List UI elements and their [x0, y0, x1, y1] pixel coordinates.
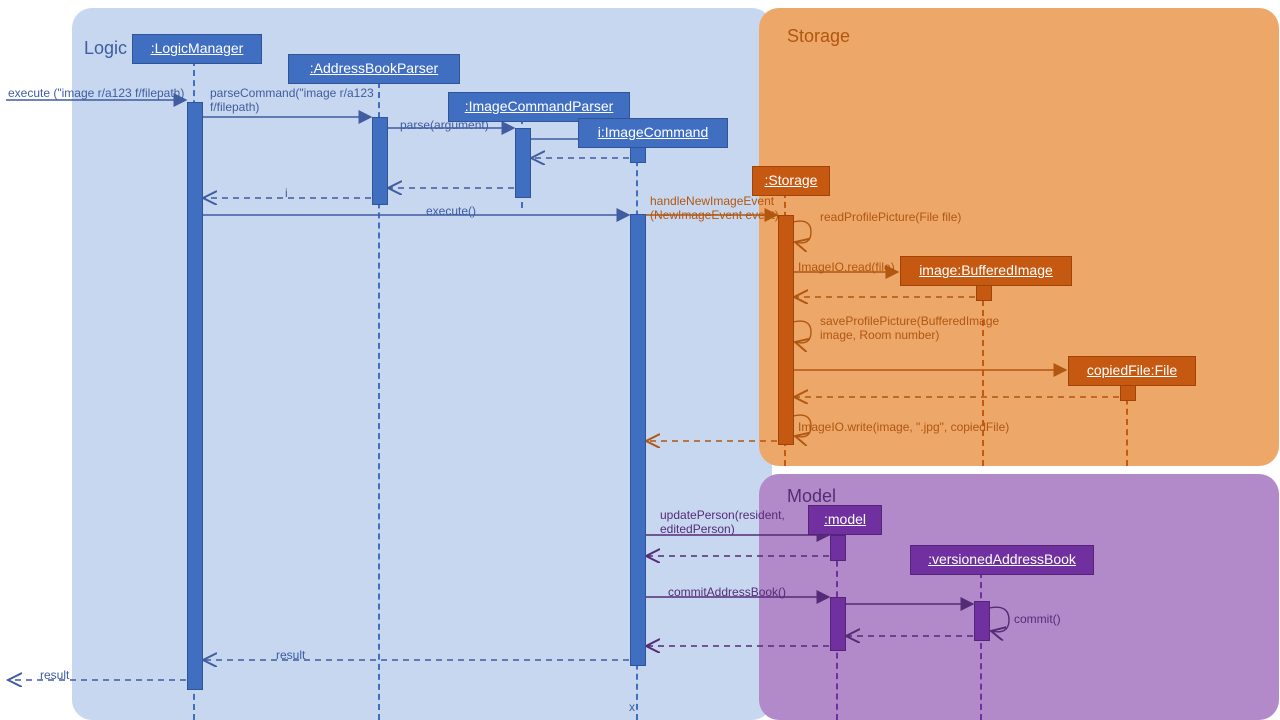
activation-vab: [974, 601, 990, 641]
msg-execute: execute(): [426, 204, 476, 218]
msg-iowrite: ImageIO.write(image, ".jpg", copiedFile): [798, 420, 1009, 434]
head-copied: copiedFile:File: [1068, 356, 1196, 386]
package-storage: Storage: [759, 8, 1279, 466]
head-storage: :Storage: [752, 166, 830, 196]
activation-icp: [515, 128, 531, 198]
activation-model2: [830, 597, 846, 651]
msg-destroy: x: [629, 700, 635, 714]
head-vab: :versionedAddressBook: [910, 545, 1094, 575]
head-logic-manager: :LogicManager: [132, 34, 262, 64]
msg-parsecmd: parseCommand("image r/a123 f/filepath): [210, 86, 380, 115]
msg-result2: result: [40, 668, 69, 682]
head-buffered: image:BufferedImage: [900, 256, 1072, 286]
msg-handle: handleNewImageEvent (NewImageEvent event…: [650, 194, 780, 223]
package-title-model: Model: [787, 486, 836, 507]
activation-lm: [187, 102, 203, 690]
msg-readprofile: readProfilePicture(File file): [820, 210, 961, 224]
msg-saveprofile: saveProfilePicture(BufferedImage image, …: [820, 314, 1020, 343]
activation-icmd2: [630, 214, 646, 666]
activation-parser: [372, 117, 388, 205]
head-icmd: i:ImageCommand: [578, 118, 728, 148]
msg-commit: commit(): [1014, 612, 1061, 626]
msg-ioread: ImageIO.read(file): [798, 260, 895, 274]
lifeline-buffered: [982, 280, 984, 466]
lifeline-vab: [980, 572, 982, 720]
head-parser: :AddressBookParser: [288, 54, 460, 84]
package-logic: Logic: [72, 8, 772, 720]
msg-i: i: [285, 186, 288, 200]
msg-entry: execute ("image r/a123 f/filepath): [8, 86, 188, 100]
package-title-storage: Storage: [787, 26, 850, 47]
msg-result1: result: [276, 648, 305, 662]
head-model: :model: [808, 505, 882, 535]
activation-model1: [830, 535, 846, 561]
msg-commitab: commitAddressBook(): [668, 585, 786, 599]
package-title-logic: Logic: [84, 38, 127, 59]
msg-updateperson: updatePerson(resident, editedPerson): [660, 508, 810, 537]
activation-storage: [778, 215, 794, 445]
